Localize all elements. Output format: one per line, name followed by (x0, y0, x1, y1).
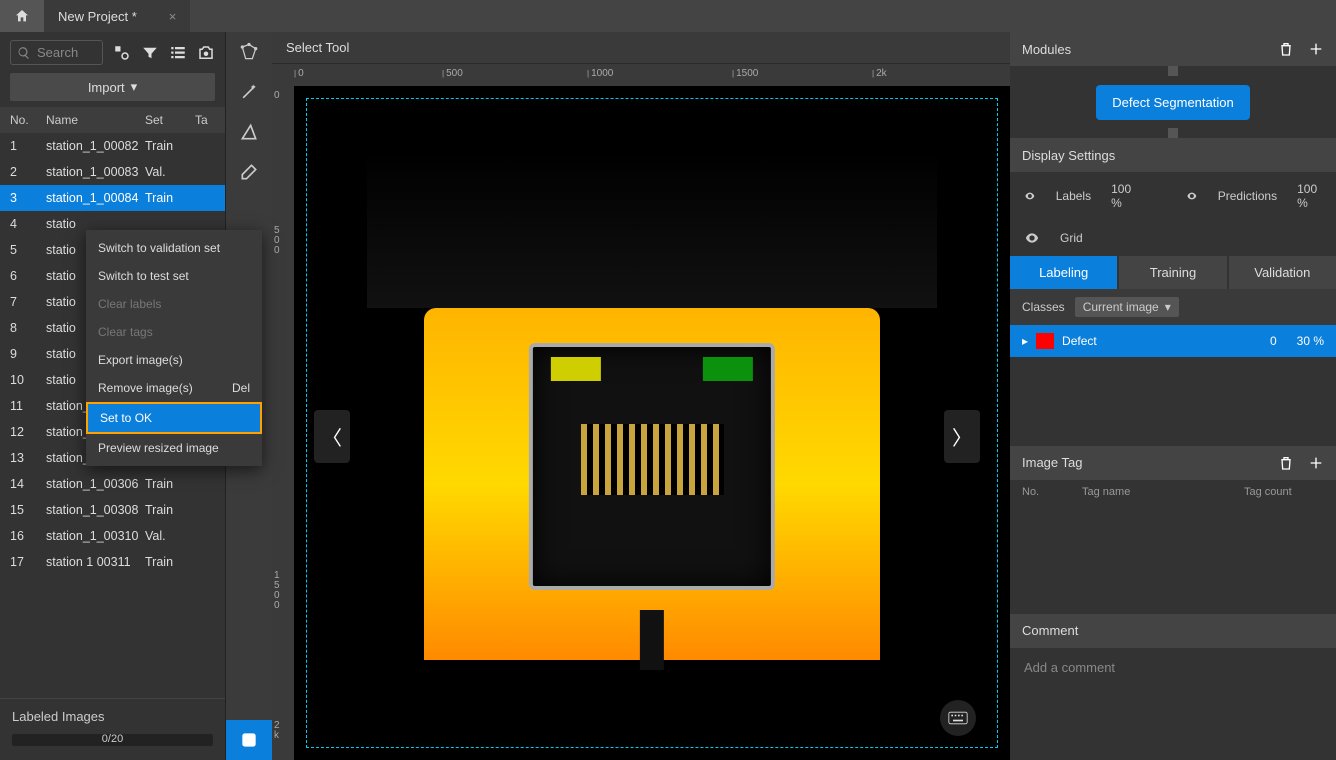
tab-validation[interactable]: Validation (1229, 256, 1336, 289)
home-icon (14, 8, 30, 24)
search-input[interactable]: Search (10, 40, 103, 65)
context-menu-item[interactable]: Set to OK (86, 402, 262, 434)
thumbnail-view-icon[interactable] (113, 44, 131, 62)
list-row[interactable]: 15station_1_00308Train (0, 497, 225, 523)
add-module-icon[interactable] (1308, 41, 1324, 57)
comment-input[interactable]: Add a comment (1010, 648, 1336, 760)
project-tab[interactable]: New Project * × (44, 0, 190, 32)
add-tag-icon[interactable] (1308, 455, 1324, 471)
display-settings-header: Display Settings (1010, 138, 1336, 172)
context-menu-item[interactable]: Export image(s) (86, 346, 262, 374)
list-view-icon[interactable] (169, 44, 187, 62)
right-panel: Modules Defect Segmentation Display Sett… (1010, 32, 1336, 760)
chevron-down-icon: ▾ (131, 79, 138, 95)
keyboard-shortcuts-button[interactable] (940, 700, 976, 736)
classes-title: Classes (1022, 300, 1065, 314)
list-row[interactable]: 3station_1_00084Train (0, 185, 225, 211)
search-placeholder: Search (37, 45, 78, 60)
list-row[interactable]: 14station_1_00306Train (0, 471, 225, 497)
context-menu-item: Clear labels (86, 290, 262, 318)
ruler-horizontal: 0 500 1000 1500 2k (272, 64, 1010, 86)
polygon-tool[interactable] (226, 32, 272, 72)
eye-icon[interactable] (1024, 188, 1036, 204)
chevron-down-icon: ▾ (1165, 300, 1171, 314)
canvas-viewport[interactable]: 〈 〉 (294, 86, 1010, 760)
canvas-header: Select Tool (272, 32, 1010, 64)
displayed-image (367, 149, 937, 717)
eye-icon[interactable] (1186, 188, 1198, 204)
classes-scope-dropdown[interactable]: Current image▾ (1075, 297, 1179, 317)
context-menu: Switch to validation setSwitch to test s… (86, 230, 262, 466)
image-frame (306, 98, 998, 748)
tab-training[interactable]: Training (1119, 256, 1226, 289)
home-button[interactable] (0, 0, 44, 32)
context-menu-item[interactable]: Remove image(s)Del (86, 374, 262, 402)
canvas-area: Select Tool 0 500 1000 1500 2k 0 5 0 0 1… (272, 32, 1010, 760)
close-tab-icon[interactable]: × (169, 9, 177, 24)
image-tag-header: Image Tag (1010, 446, 1336, 480)
title-bar: New Project * × (0, 0, 1336, 32)
delete-module-icon[interactable] (1278, 41, 1294, 57)
shape-tool[interactable] (226, 112, 272, 152)
prev-image-button[interactable]: 〈 (314, 410, 350, 463)
eye-icon[interactable] (1024, 230, 1040, 246)
labeled-images-title: Labeled Images (12, 709, 213, 724)
next-image-button[interactable]: 〉 (944, 410, 980, 463)
comment-header: Comment (1010, 614, 1336, 648)
delete-tag-icon[interactable] (1278, 455, 1294, 471)
filter-icon[interactable] (141, 44, 159, 62)
list-row[interactable]: 17station 1 00311Train (0, 549, 225, 575)
modules-header: Modules (1010, 32, 1336, 66)
list-row[interactable]: 1station_1_00082Train (0, 133, 225, 159)
eraser-tool[interactable] (226, 152, 272, 192)
context-menu-item[interactable]: Preview resized image (86, 434, 262, 462)
labeled-progress-bar: 0/20 (12, 734, 213, 746)
list-header: No. Name Set Ta (0, 107, 225, 133)
camera-icon[interactable] (197, 44, 215, 62)
context-menu-item[interactable]: Switch to validation set (86, 234, 262, 262)
magic-wand-tool[interactable] (226, 72, 272, 112)
labeled-images-section: Labeled Images 0/20 (0, 698, 225, 760)
list-row[interactable]: 16station_1_00310Val. (0, 523, 225, 549)
context-menu-item: Clear tags (86, 318, 262, 346)
module-chip[interactable]: Defect Segmentation (1096, 85, 1249, 120)
tag-columns: No.Tag nameTag count (1010, 480, 1336, 504)
ruler-vertical: 0 5 0 0 1 5 0 0 2 k (272, 86, 294, 760)
class-row[interactable]: ▸ Defect 030 % (1010, 325, 1336, 357)
list-row[interactable]: 2station_1_00083Val. (0, 159, 225, 185)
mask-tool-selected[interactable] (226, 720, 272, 760)
tab-labeling[interactable]: Labeling (1010, 256, 1117, 289)
search-icon (17, 46, 31, 60)
context-menu-item[interactable]: Switch to test set (86, 262, 262, 290)
project-title: New Project * (58, 9, 137, 24)
expand-icon[interactable]: ▸ (1022, 334, 1028, 348)
class-color-swatch (1036, 333, 1054, 349)
mode-tabs: Labeling Training Validation (1010, 256, 1336, 289)
import-button[interactable]: Import ▾ (10, 73, 215, 101)
